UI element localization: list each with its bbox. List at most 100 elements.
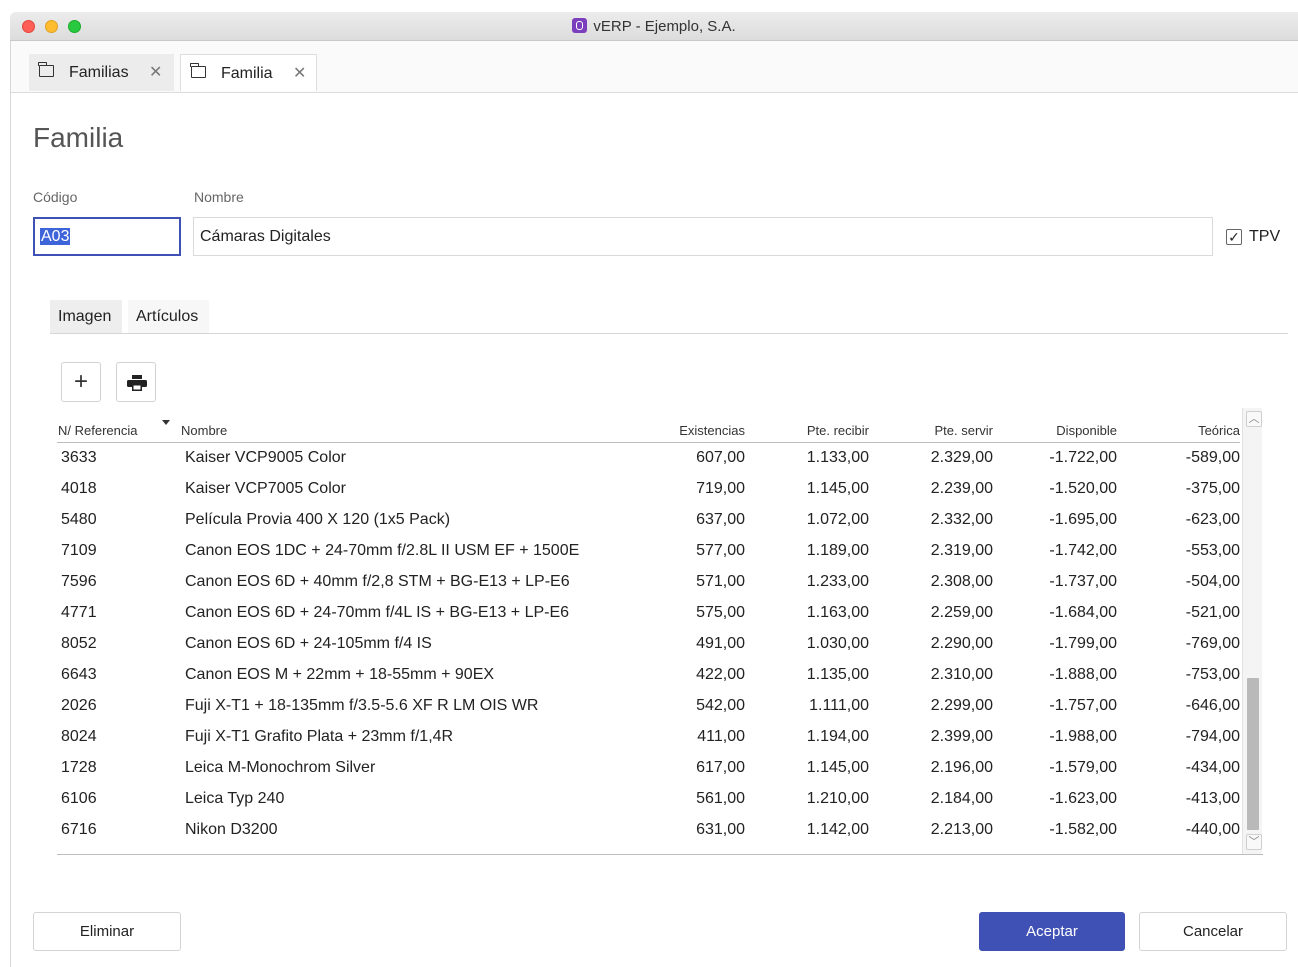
tab-articulos[interactable]: Artículos [128, 300, 209, 333]
cell-pte-recibir: 1.233,00 [806, 573, 869, 590]
cell-referencia: 8052 [61, 635, 97, 652]
cell-pte-recibir: 1.145,00 [806, 480, 869, 497]
cell-disponible: -1.623,00 [1049, 790, 1117, 807]
cell-pte-servir: 2.213,00 [930, 821, 993, 838]
cancelar-button[interactable]: Cancelar [1139, 912, 1287, 951]
cell-teorica: -646,00 [1185, 697, 1240, 714]
cell-nombre: Canon EOS 6D + 24-70mm f/4L IS + BG-E13 … [185, 604, 570, 621]
tpv-checkbox[interactable]: ✓ [1226, 229, 1242, 245]
cell-existencias: 422,00 [696, 666, 745, 683]
cell-existencias: 561,00 [696, 790, 745, 807]
cell-pte-servir: 2.329,00 [930, 449, 993, 466]
table-row[interactable]: 1728 Leica M-Monochrom Silver 617,00 1.145,… [57, 753, 1240, 784]
tab-familias-label: Familias [69, 64, 129, 81]
codigo-field[interactable]: A03 [33, 217, 181, 256]
table-row[interactable]: 6643 Canon EOS M + 22mm + 18-55mm + 90EX 4… [57, 660, 1240, 691]
cell-pte-recibir: 1.133,00 [806, 449, 869, 466]
table-row[interactable]: 3633 Kaiser VCP9005 Color 607,00 1.133,00 2.… [57, 443, 1240, 474]
cell-existencias: 571,00 [696, 573, 745, 590]
col-nombre[interactable]: Nombre [181, 423, 227, 438]
table-row[interactable]: 5480 Película Provia 400 X 120 (1x5 Pack)… [57, 505, 1240, 536]
cell-pte-servir: 2.196,00 [930, 759, 993, 776]
scroll-thumb[interactable] [1247, 678, 1259, 830]
cell-pte-servir: 2.310,00 [930, 666, 993, 683]
close-tab-familia-icon[interactable]: ✕ [293, 55, 306, 92]
table-scrollbar[interactable]: ︿ ﹀ [1242, 408, 1262, 854]
printer-icon [127, 375, 147, 391]
cell-referencia: 6716 [61, 821, 97, 838]
close-tab-familias-icon[interactable]: ✕ [149, 54, 162, 91]
cell-pte-recibir: 1.194,00 [806, 728, 869, 745]
tab-familias[interactable]: Familias ✕ [29, 54, 174, 91]
table-row[interactable]: 7596 Canon EOS 6D + 40mm f/2,8 STM + BG-E… [57, 567, 1240, 598]
cell-pte-recibir: 1.210,00 [806, 790, 869, 807]
add-button[interactable]: + [61, 362, 101, 402]
cell-existencias: 577,00 [696, 542, 745, 559]
cell-referencia: 7596 [61, 573, 97, 590]
cell-referencia: 1728 [61, 759, 97, 776]
scroll-down-icon[interactable]: ﹀ [1246, 834, 1262, 850]
cell-teorica: -623,00 [1185, 511, 1240, 528]
col-referencia[interactable]: N/ Referencia [58, 423, 137, 438]
tpv-label[interactable]: TPV [1249, 228, 1280, 246]
cell-referencia: 2026 [61, 697, 97, 714]
tab-familia[interactable]: Familia ✕ [180, 54, 317, 91]
col-pte-recibir[interactable]: Pte. recibir [807, 423, 869, 438]
col-disponible[interactable]: Disponible [1056, 423, 1117, 438]
table-row[interactable]: 6716 Nikon D3200 631,00 1.142,00 2.213,00 -1.… [57, 815, 1240, 846]
col-pte-servir[interactable]: Pte. servir [934, 423, 993, 438]
codigo-value: A03 [40, 228, 71, 245]
cell-teorica: -504,00 [1185, 573, 1240, 590]
cell-referencia: 5480 [61, 511, 97, 528]
nombre-field[interactable]: Cámaras Digitales [193, 217, 1213, 256]
aceptar-button[interactable]: Aceptar [979, 912, 1125, 951]
eliminar-button[interactable]: Eliminar [33, 912, 181, 951]
cell-pte-servir: 2.308,00 [930, 573, 993, 590]
table-row[interactable]: 6106 Leica Typ 240 561,00 1.210,00 2.184,00 -… [57, 784, 1240, 815]
cell-pte-recibir: 1.111,00 [809, 697, 869, 714]
cell-nombre: Canon EOS 1DC + 24-70mm f/2.8L II USM EF… [185, 542, 580, 559]
cell-pte-servir: 2.239,00 [930, 480, 993, 497]
table-row[interactable]: 8052 Canon EOS 6D + 24-105mm f/4 IS 491,00… [57, 629, 1240, 660]
page-title: Familia [33, 122, 124, 153]
cell-pte-recibir: 1.030,00 [806, 635, 869, 652]
table-row[interactable]: 8024 Fuji X-T1 Grafito Plata + 23mm f/1,4… [57, 722, 1240, 753]
table-row[interactable]: 4018 Kaiser VCP7005 Color 719,00 1.145,00 2.… [57, 474, 1240, 505]
cell-nombre: Fuji X-T1 + 18-135mm f/3.5-5.6 XF R LM O… [185, 697, 539, 714]
cell-disponible: -1.579,00 [1049, 759, 1117, 776]
scroll-up-icon[interactable]: ︿ [1246, 411, 1262, 427]
cell-disponible: -1.888,00 [1049, 666, 1117, 683]
cell-referencia: 4018 [61, 480, 97, 497]
table-row[interactable]: 2026 Fuji X-T1 + 18-135mm f/3.5-5.6 XF R … [57, 691, 1240, 722]
cell-teorica: -440,00 [1185, 821, 1240, 838]
tab-imagen[interactable]: Imagen [50, 300, 122, 333]
cell-pte-servir: 2.290,00 [930, 635, 993, 652]
document-tabs: Familias ✕ Familia ✕ [11, 41, 1298, 93]
window-titlebar: vERP - Ejemplo, S.A. [10, 12, 1298, 41]
cell-existencias: 542,00 [696, 697, 745, 714]
sort-desc-icon[interactable] [162, 420, 170, 425]
cell-teorica: -589,00 [1185, 449, 1240, 466]
col-existencias[interactable]: Existencias [679, 423, 745, 438]
cell-teorica: -553,00 [1185, 542, 1240, 559]
cell-disponible: -1.799,00 [1049, 635, 1117, 652]
print-button[interactable] [116, 362, 156, 402]
cell-disponible: -1.757,00 [1049, 697, 1117, 714]
cell-referencia: 7109 [61, 542, 97, 559]
cell-pte-servir: 2.319,00 [930, 542, 993, 559]
cell-nombre: Leica Typ 240 [185, 790, 285, 807]
table-row[interactable]: 4771 Canon EOS 6D + 24-70mm f/4L IS + BG-… [57, 598, 1240, 629]
cell-referencia: 3633 [61, 449, 97, 466]
tab-familia-label: Familia [221, 65, 273, 82]
cell-pte-servir: 2.299,00 [930, 697, 993, 714]
cell-existencias: 411,00 [697, 728, 745, 745]
cell-teorica: -413,00 [1185, 790, 1240, 807]
table-row[interactable]: 7109 Canon EOS 1DC + 24-70mm f/2.8L II US… [57, 536, 1240, 567]
cell-nombre: Canon EOS M + 22mm + 18-55mm + 90EX [185, 666, 495, 683]
cell-nombre: Canon EOS 6D + 24-105mm f/4 IS [185, 635, 432, 652]
col-teorica[interactable]: Teórica [1198, 423, 1240, 438]
cell-pte-recibir: 1.145,00 [806, 759, 869, 776]
cell-pte-recibir: 1.189,00 [806, 542, 869, 559]
cell-referencia: 8024 [61, 728, 97, 745]
nombre-label: Nombre [194, 189, 244, 205]
